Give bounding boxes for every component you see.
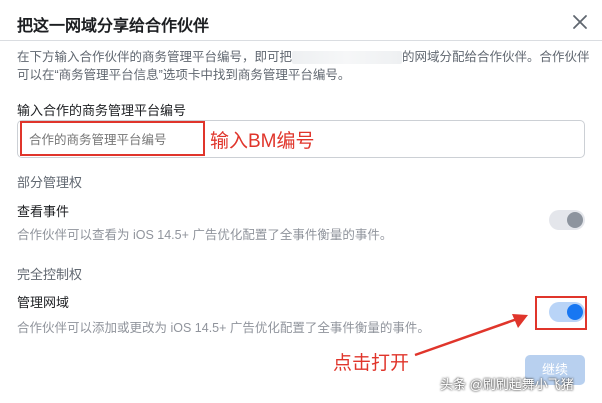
share-domain-dialog: 把这一网域分享给合作伙伴 在下方输入合作伙伴的商务管理平台编号，即可把 的网域分配…: [0, 0, 602, 403]
view-events-description: 合作伙伴可以查看为 iOS 14.5+ 广告优化配置了全事件衡量的事件。: [17, 228, 393, 242]
input-highlight-box: [20, 121, 205, 156]
toggle-annotation: 点击打开: [333, 353, 410, 374]
watermark: 头条 @刷刷起舞小飞猪: [440, 377, 574, 392]
toggle-highlight-box: [535, 296, 587, 330]
manage-domain-description: 合作伙伴可以添加或更改为 iOS 14.5+ 广告优化配置了全事件衡量的事件。: [17, 321, 430, 335]
toggle-knob: [567, 212, 583, 228]
redacted-name: [292, 51, 403, 65]
input-annotation: 输入BM编号: [210, 131, 315, 152]
dialog-description: 在下方输入合作伙伴的商务管理平台编号，即可把 的网域分配给合作伙伴。合作伙伴可以在…: [17, 48, 592, 84]
view-events-title: 查看事件: [17, 204, 70, 219]
description-before: 在下方输入合作伙伴的商务管理平台编号，即可把: [17, 50, 293, 64]
manage-domain-title: 管理网域: [17, 295, 70, 310]
close-icon[interactable]: [570, 12, 590, 32]
view-events-toggle[interactable]: [549, 210, 585, 230]
dialog-title: 把这一网域分享给合作伙伴: [17, 18, 210, 35]
header-divider: [0, 40, 602, 41]
input-label: 输入合作的商务管理平台编号: [17, 103, 187, 118]
partial-access-section: 部分管理权: [17, 175, 83, 190]
full-access-section: 完全控制权: [17, 267, 83, 282]
